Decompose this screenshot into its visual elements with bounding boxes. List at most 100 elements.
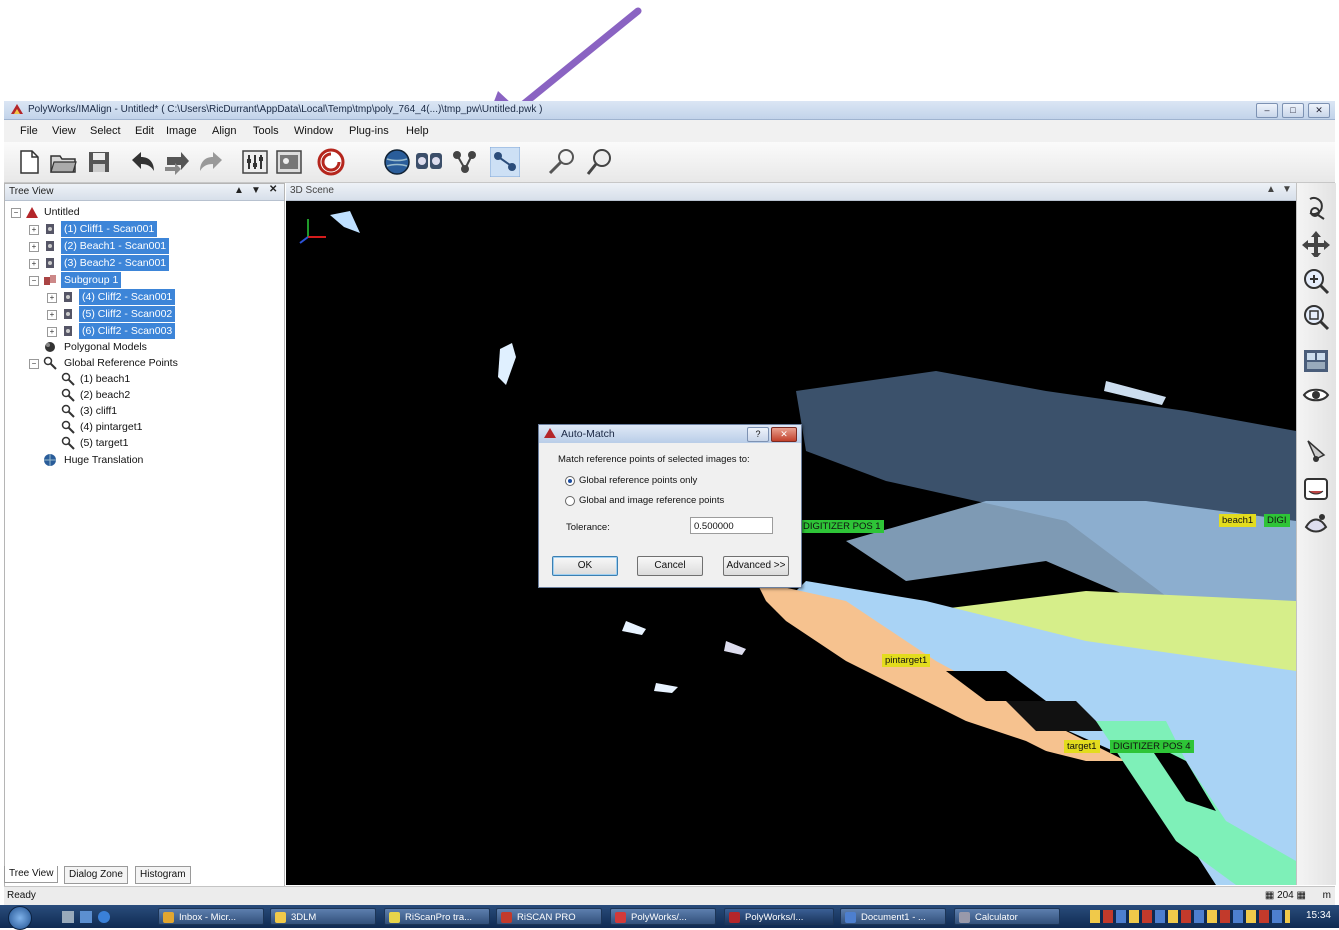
settings-sliders-icon[interactable]: [240, 147, 270, 177]
help-button[interactable]: ?: [747, 427, 769, 442]
tab-dialog-zone[interactable]: Dialog Zone: [64, 866, 128, 884]
task-inbox[interactable]: Inbox - Micr...: [158, 908, 264, 925]
collapse-icon[interactable]: −: [29, 276, 39, 286]
tree-item-label: (5) Cliff2 - Scan002: [79, 306, 176, 322]
label-digitizer-pos1: DIGITIZER POS 1: [800, 520, 884, 533]
advanced-button[interactable]: Advanced >>: [723, 556, 789, 576]
view-mode-icon[interactable]: [1302, 347, 1330, 375]
tree-item-label: (1) beach1: [80, 373, 131, 385]
task-document1[interactable]: Document1 - ...: [840, 908, 946, 925]
reference-points-icon[interactable]: [450, 147, 480, 177]
zoom-window-icon[interactable]: [1302, 303, 1330, 331]
image-properties-icon[interactable]: [274, 147, 304, 177]
cancel-button[interactable]: Cancel: [637, 556, 703, 576]
radio-global-and-image[interactable]: [565, 496, 575, 506]
menu-tools[interactable]: Tools: [253, 125, 279, 137]
record-macro-icon[interactable]: [316, 147, 346, 177]
quicklaunch-explorer-icon[interactable]: [80, 911, 92, 923]
task-polyworks-1[interactable]: PolyWorks/...: [610, 908, 716, 925]
dropdown-icon[interactable]: ▼: [251, 185, 261, 196]
save-icon[interactable]: [84, 147, 114, 177]
windows-taskbar: Inbox - Micr... 3DLM RiScanPro tra... Ri…: [0, 905, 1339, 930]
best-fit-align-icon[interactable]: [414, 147, 444, 177]
tree-item-label: (2) Beach1 - Scan001: [61, 238, 170, 254]
collapse-icon[interactable]: −: [11, 208, 21, 218]
reference-point-icon: [43, 356, 57, 370]
quicklaunch-ie-icon[interactable]: [98, 911, 110, 923]
zoom-in-icon[interactable]: [1302, 267, 1330, 295]
open-folder-icon[interactable]: [48, 147, 78, 177]
tree-item-label: (1) Cliff1 - Scan001: [61, 221, 158, 237]
pin-icon[interactable]: ▲: [234, 185, 244, 196]
radio-global-and-image-label: Global and image reference points: [579, 495, 725, 506]
menu-plug-ins[interactable]: Plug-ins: [349, 125, 389, 137]
dropdown-icon[interactable]: ▼: [1282, 184, 1292, 195]
visibility-eye-icon[interactable]: [1302, 381, 1330, 409]
task-calculator[interactable]: Calculator: [954, 908, 1060, 925]
expand-icon[interactable]: +: [47, 293, 57, 303]
tree-view-header: Tree View ▲ ▼ ✕: [5, 184, 284, 201]
reference-point-icon: [61, 372, 75, 386]
task-riscan-pro[interactable]: RiSCAN PRO: [496, 908, 602, 925]
task-polyworks-2[interactable]: PolyWorks/I...: [724, 908, 834, 925]
display-settings-icon[interactable]: [1302, 475, 1330, 503]
ok-button[interactable]: OK: [552, 556, 618, 576]
tree-item-label: (4) pintarget1: [80, 421, 143, 433]
rotate-view-icon[interactable]: [1302, 193, 1330, 221]
globe-icon[interactable]: [382, 147, 412, 177]
task-3dlm[interactable]: 3DLM: [270, 908, 376, 925]
lighting-icon[interactable]: [1302, 437, 1330, 465]
maximize-button[interactable]: □: [1282, 103, 1304, 118]
image-count: 204: [1277, 890, 1294, 901]
tree-view-panel: Tree View ▲ ▼ ✕ − Untitled + (1) Cliff1 …: [4, 183, 285, 887]
menu-select[interactable]: Select: [90, 125, 121, 137]
collapse-icon[interactable]: −: [29, 359, 39, 369]
window-title-bar: PolyWorks/IMAlign - Untitled* ( C:\Users…: [4, 101, 1335, 120]
tolerance-input[interactable]: 0.500000: [690, 517, 773, 534]
tree-item-label: (6) Cliff2 - Scan003: [79, 323, 176, 339]
menu-view[interactable]: View: [52, 125, 76, 137]
clipping-icon[interactable]: [1302, 509, 1330, 537]
tolerance-label: Tolerance:: [566, 522, 610, 533]
radio-global-only[interactable]: [565, 476, 575, 486]
menu-file[interactable]: File: [20, 125, 38, 137]
pin-icon[interactable]: ▲: [1266, 184, 1276, 195]
close-panel-icon[interactable]: ✕: [269, 184, 277, 195]
subgroup-icon: [44, 275, 56, 285]
task-riscanpro-tra[interactable]: RiScanPro tra...: [384, 908, 490, 925]
menu-edit[interactable]: Edit: [135, 125, 154, 137]
minimize-button[interactable]: –: [1256, 103, 1278, 118]
expand-icon[interactable]: +: [29, 225, 39, 235]
system-tray-icons[interactable]: [1090, 910, 1290, 923]
probe-icon[interactable]: [584, 147, 614, 177]
menu-image[interactable]: Image: [166, 125, 197, 137]
tree-root-label: Untitled: [44, 206, 80, 218]
close-button[interactable]: ✕: [1308, 103, 1330, 118]
label-pintarget1: pintarget1: [882, 654, 931, 667]
reference-point-icon: [61, 420, 75, 434]
menu-window[interactable]: Window: [294, 125, 333, 137]
start-button[interactable]: [8, 906, 32, 930]
measure-distance-icon[interactable]: [546, 147, 576, 177]
auto-match-icon[interactable]: [490, 147, 520, 177]
tab-histogram[interactable]: Histogram: [135, 866, 191, 884]
expand-icon[interactable]: +: [47, 327, 57, 337]
quicklaunch-desktop-icon[interactable]: [62, 911, 74, 923]
window-title: PolyWorks/IMAlign - Untitled* ( C:\Users…: [28, 104, 543, 115]
dialog-close-button[interactable]: ✕: [771, 427, 797, 442]
polygonal-model-icon: [45, 342, 55, 352]
menu-help[interactable]: Help: [406, 125, 429, 137]
expand-icon[interactable]: +: [29, 259, 39, 269]
pan-view-icon[interactable]: [1302, 229, 1330, 257]
undo-icon[interactable]: [128, 147, 158, 177]
expand-icon[interactable]: +: [29, 242, 39, 252]
label-digi: DIGI: [1264, 514, 1290, 527]
new-file-icon[interactable]: [14, 147, 44, 177]
dialog-title: Auto-Match: [561, 428, 615, 440]
menu-align[interactable]: Align: [212, 125, 236, 137]
tab-tree-view[interactable]: Tree View: [4, 866, 59, 883]
history-icon[interactable]: [162, 147, 192, 177]
expand-icon[interactable]: +: [47, 310, 57, 320]
globe-icon: [44, 454, 56, 466]
redo-icon[interactable]: [196, 147, 226, 177]
